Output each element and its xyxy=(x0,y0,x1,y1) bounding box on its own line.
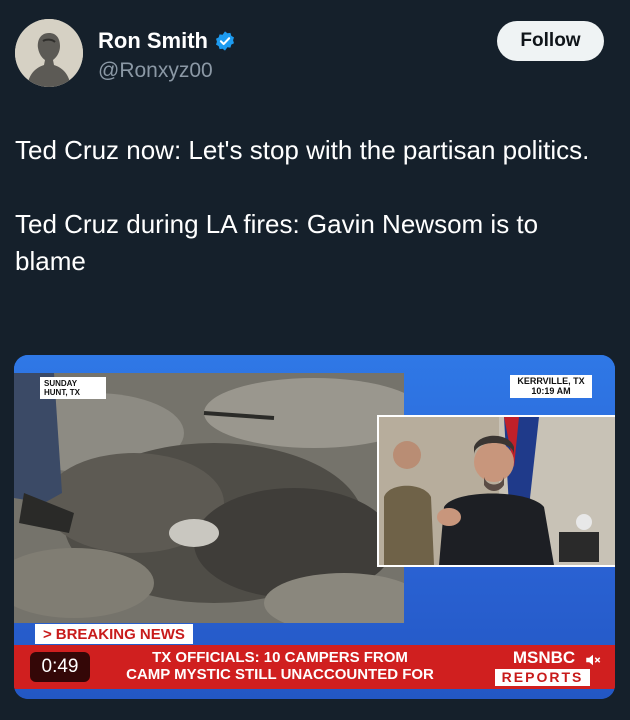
program-logo: REPORTS xyxy=(495,669,590,686)
follow-button[interactable]: Follow xyxy=(497,21,604,61)
breaking-news-label: BREAKING NEWS xyxy=(55,625,185,643)
video-player[interactable]: SUNDAY HUNT, TX KERRVILLE, TX 10:19 AM >… xyxy=(14,355,615,699)
left-location-tag: SUNDAY HUNT, TX xyxy=(40,377,106,399)
tweet-paragraph: Ted Cruz during LA fires: Gavin Newsom i… xyxy=(15,209,539,276)
avatar[interactable] xyxy=(15,19,83,87)
breaking-chevron-icon: > xyxy=(43,625,52,643)
tweet-text: Ted Cruz now: Let's stop with the partis… xyxy=(15,132,605,280)
left-location-text: SUNDAY HUNT, TX xyxy=(44,379,80,397)
tweet-paragraph: Ted Cruz now: Let's stop with the partis… xyxy=(15,135,590,165)
network-logo: MSNBC xyxy=(512,648,576,667)
mute-icon[interactable] xyxy=(584,651,602,669)
breaking-news-tag: > BREAKING NEWS xyxy=(35,624,193,644)
author-name[interactable]: Ron Smith xyxy=(98,28,208,54)
author-name-row: Ron Smith xyxy=(98,28,236,54)
author-handle[interactable]: @Ronxyz00 xyxy=(98,59,213,83)
video-duration: 0:49 xyxy=(30,652,90,682)
headline-line: TX OFFICIALS: 10 CAMPERS FROM xyxy=(152,649,408,666)
avatar-image xyxy=(15,19,83,87)
news-headline: TX OFFICIALS: 10 CAMPERS FROM CAMP MYSTI… xyxy=(110,649,450,683)
right-location-city: KERRVILLE, TX xyxy=(517,376,585,386)
verified-badge-icon xyxy=(216,31,234,51)
right-location-tag: KERRVILLE, TX 10:19 AM xyxy=(510,375,592,398)
debris-footage xyxy=(14,373,404,623)
headline-line: CAMP MYSTIC STILL UNACCOUNTED FOR xyxy=(126,666,434,683)
right-location-time: 10:19 AM xyxy=(531,386,571,396)
press-conference-inset xyxy=(377,415,615,567)
